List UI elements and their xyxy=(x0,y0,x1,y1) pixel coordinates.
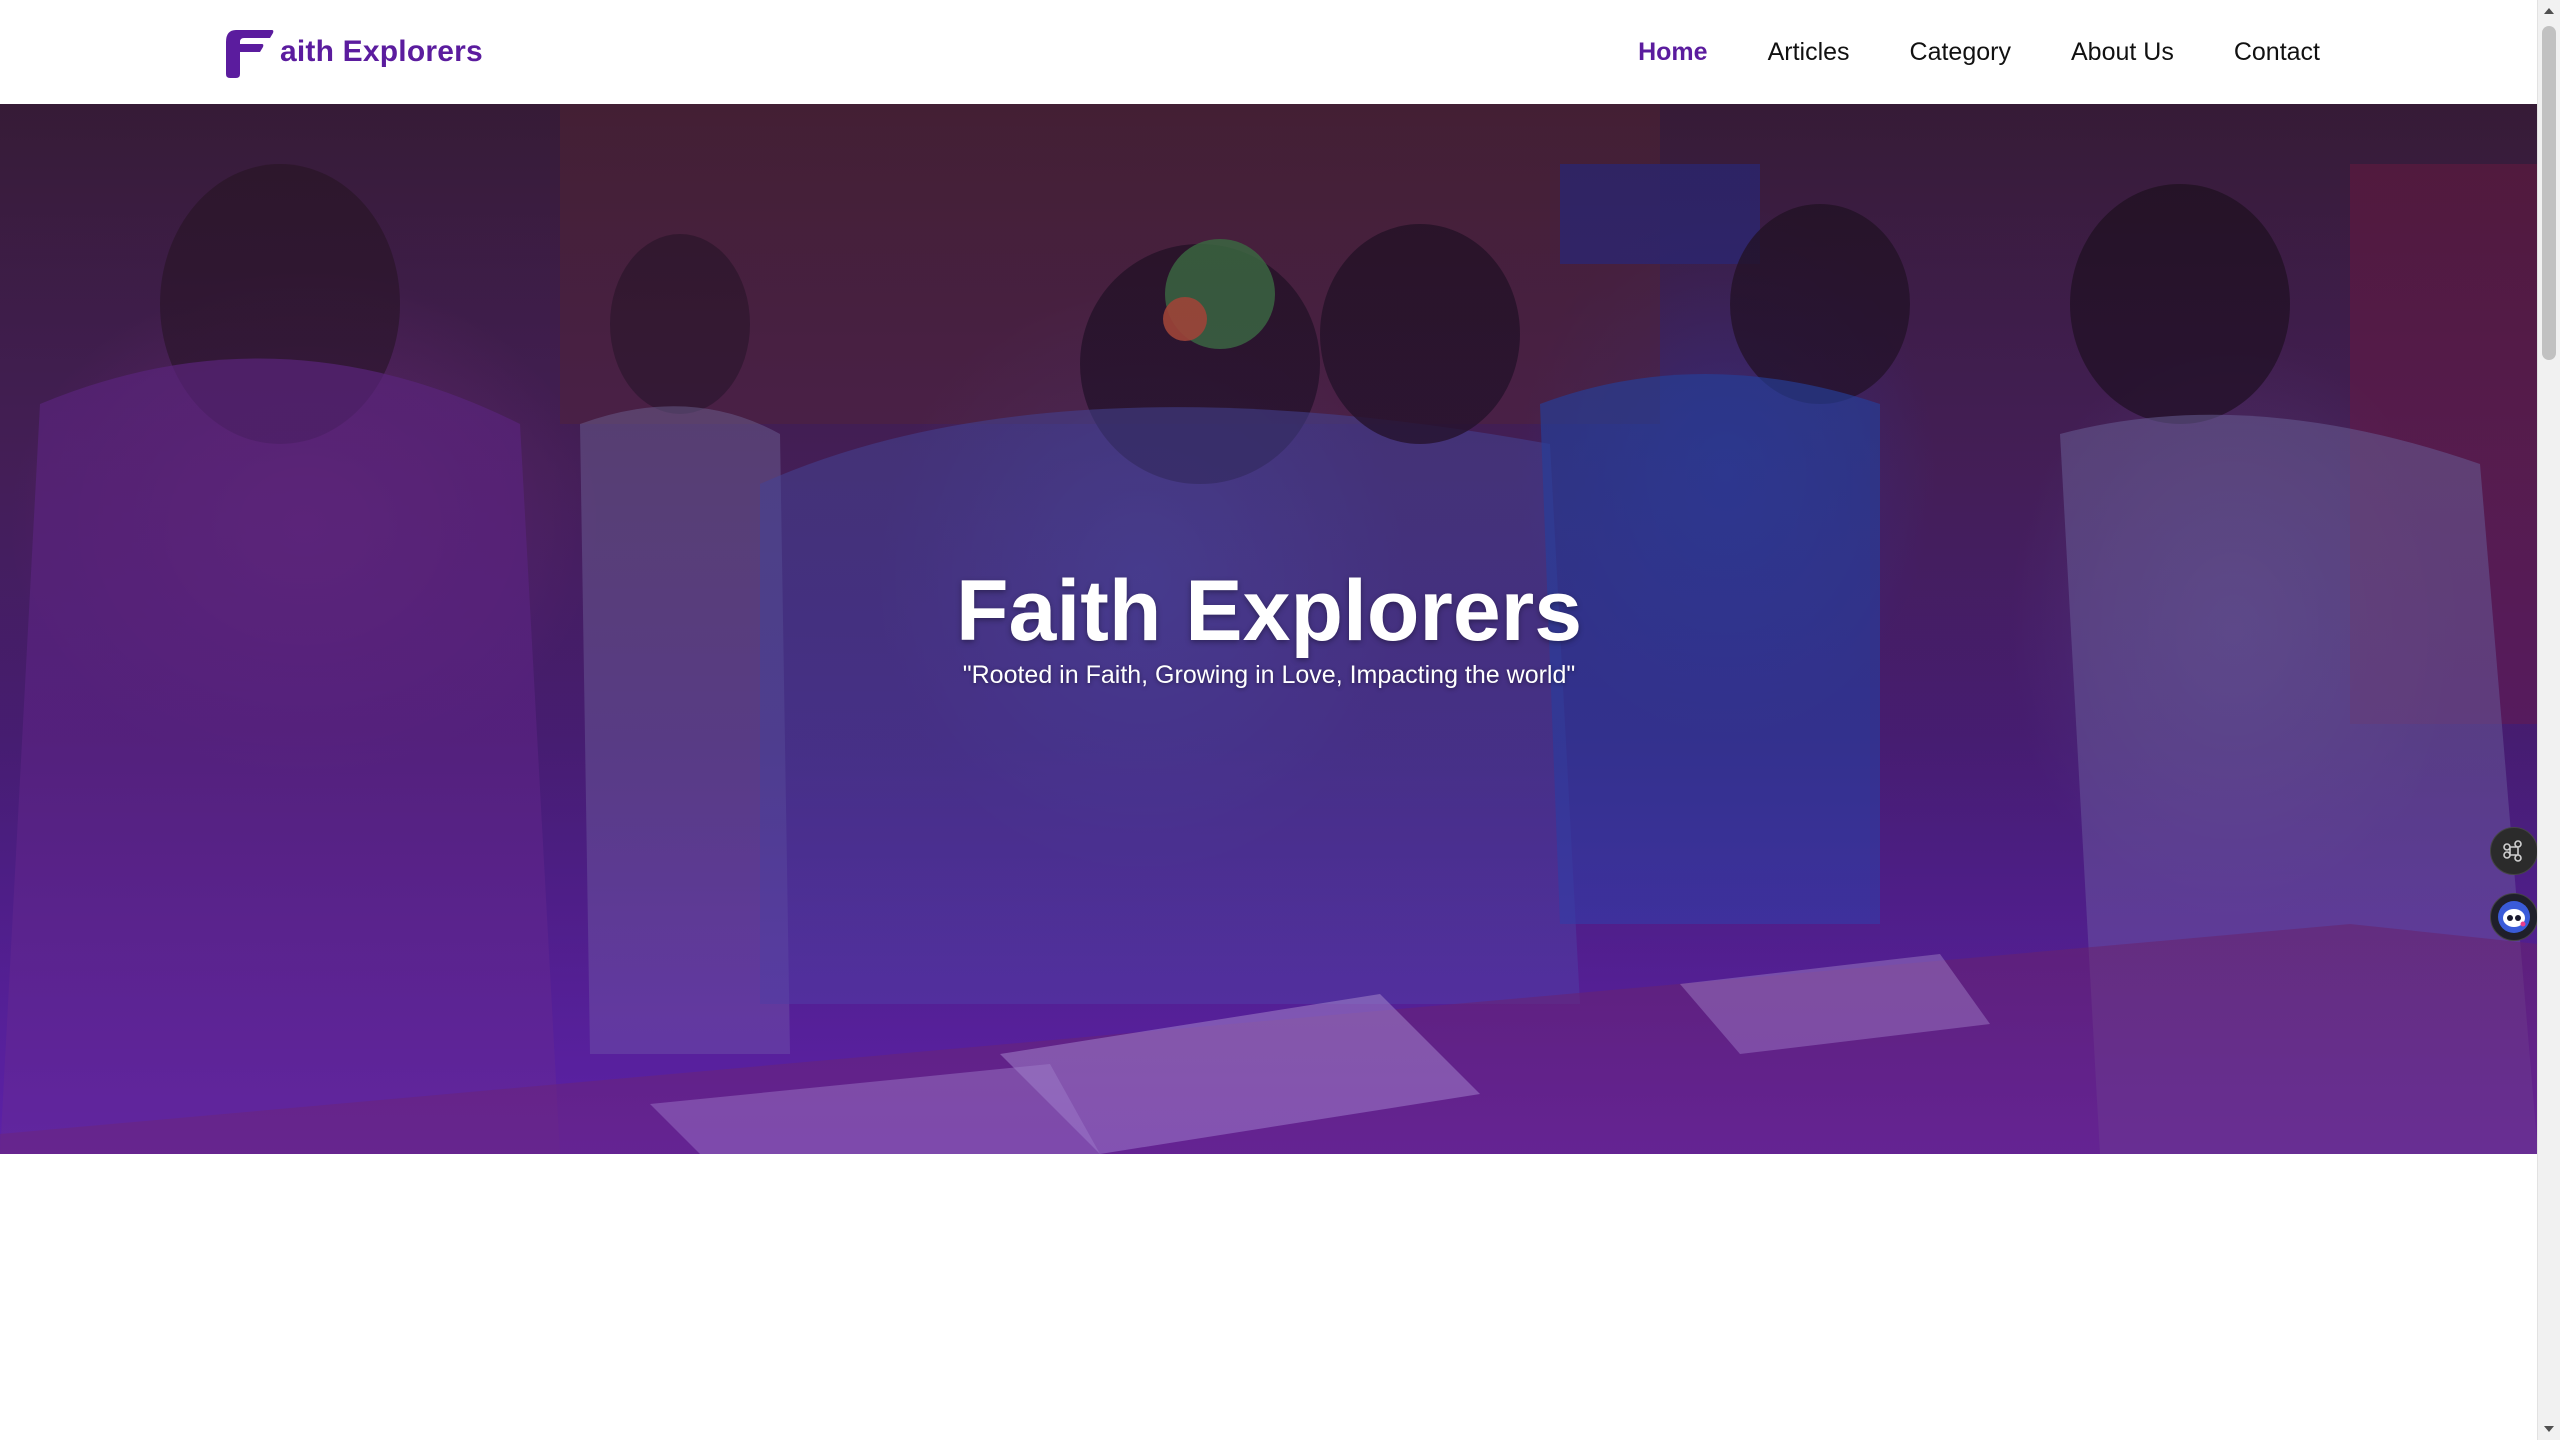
navbar: aith Explorers Home Articles Category Ab… xyxy=(0,0,2538,105)
brand-link[interactable]: aith Explorers xyxy=(222,24,483,80)
scroll-thumb[interactable] xyxy=(2542,26,2556,360)
nav-category[interactable]: Category xyxy=(1910,38,2011,66)
assistant-bot-icon xyxy=(2498,901,2530,933)
scroll-down-arrow-icon[interactable] xyxy=(2538,1418,2560,1440)
content-area xyxy=(0,1154,2538,1440)
hero-tagline: "Rooted in Faith, Growing in Love, Impac… xyxy=(962,660,1576,689)
vertical-scrollbar[interactable] xyxy=(2537,0,2560,1440)
hero-title: Faith Explorers xyxy=(955,563,1583,659)
command-icon xyxy=(2503,840,2522,862)
nav-contact[interactable]: Contact xyxy=(2234,38,2320,66)
command-widget-button[interactable] xyxy=(2490,827,2538,875)
scroll-up-arrow-icon[interactable] xyxy=(2538,0,2560,22)
faith-logo-icon xyxy=(226,30,274,78)
hero-content: Faith Explorers "Rooted in Faith, Growin… xyxy=(0,564,2538,691)
main-nav: Home Articles Category About Us Contact xyxy=(1638,0,2320,104)
brand-name: aith Explorers xyxy=(280,35,483,68)
nav-about-us[interactable]: About Us xyxy=(2071,38,2174,66)
assistant-widget-button[interactable] xyxy=(2490,893,2538,941)
page: aith Explorers Home Articles Category Ab… xyxy=(0,0,2560,1440)
nav-articles[interactable]: Articles xyxy=(1768,38,1850,66)
nav-home[interactable]: Home xyxy=(1638,38,1707,66)
hero-banner: Faith Explorers "Rooted in Faith, Growin… xyxy=(0,104,2538,1154)
